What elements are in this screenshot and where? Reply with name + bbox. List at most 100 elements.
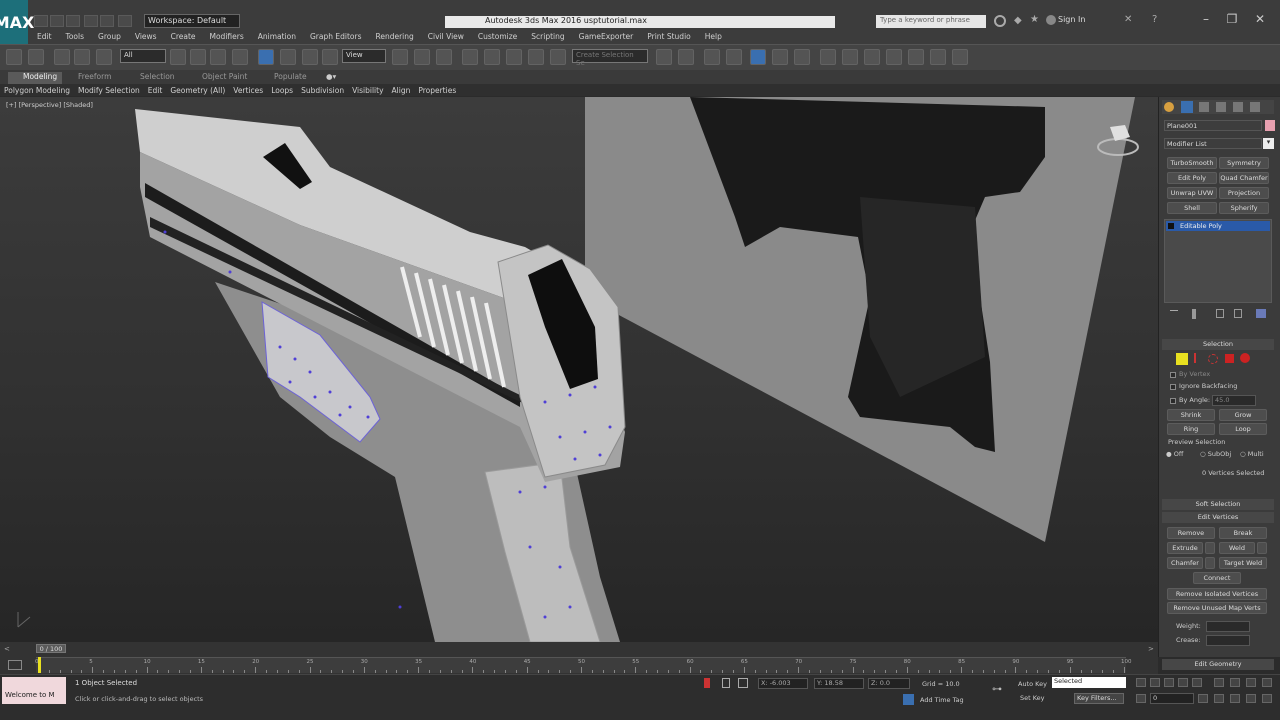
panel-align[interactable]: Align xyxy=(388,86,415,95)
panel-geometry-all[interactable]: Geometry (All) xyxy=(166,86,229,95)
key-filters-button[interactable]: Key Filters... xyxy=(1074,693,1124,704)
modifier-list-select[interactable]: Modifier List xyxy=(1164,138,1262,149)
panel-polygon-modeling[interactable]: Polygon Modeling xyxy=(0,86,74,95)
redo-icon[interactable] xyxy=(100,15,114,27)
maximize-icon[interactable]: ❐ xyxy=(1222,12,1242,26)
keyboard-shortcut-override-icon[interactable] xyxy=(436,49,452,65)
menu-modifiers[interactable]: Modifiers xyxy=(203,32,251,41)
menu-rendering[interactable]: Rendering xyxy=(368,32,420,41)
by-vertex-checkbox[interactable] xyxy=(1170,372,1176,378)
object-color-swatch[interactable] xyxy=(1265,120,1275,131)
next-frame-icon[interactable]: > xyxy=(1148,645,1154,653)
zoom-all-icon[interactable] xyxy=(1230,678,1240,687)
crease-input[interactable] xyxy=(1206,635,1250,646)
by-angle-checkbox[interactable] xyxy=(1170,398,1176,404)
show-end-result-icon[interactable] xyxy=(1192,309,1196,319)
absolute-mode-icon[interactable] xyxy=(738,678,748,688)
selection-lock-icon[interactable] xyxy=(722,678,730,688)
chamfer-button[interactable]: Chamfer xyxy=(1167,557,1203,569)
select-and-scale-icon[interactable] xyxy=(302,49,318,65)
preview-multi-radio[interactable]: ○ Multi xyxy=(1240,450,1264,458)
select-and-move-icon[interactable] xyxy=(258,49,274,65)
time-slider[interactable]: 0 / 100 xyxy=(36,644,66,653)
user-icon[interactable] xyxy=(1046,15,1056,25)
toggle-scene-explorer-icon[interactable] xyxy=(704,49,720,65)
select-object-icon[interactable] xyxy=(170,49,186,65)
mini-curve-editor-icon[interactable] xyxy=(8,660,22,670)
time-tag-icon[interactable] xyxy=(903,694,914,705)
menu-civil-view[interactable]: Civil View xyxy=(421,32,471,41)
remove-modifier-icon[interactable] xyxy=(1234,309,1242,318)
new-file-icon[interactable] xyxy=(34,15,48,27)
make-unique-icon[interactable] xyxy=(1216,309,1224,318)
target-weld-button[interactable]: Target Weld xyxy=(1219,557,1267,569)
configure-modifier-sets-icon[interactable] xyxy=(1256,309,1266,318)
grow-button[interactable]: Grow xyxy=(1219,409,1267,421)
edit-poly-button[interactable]: Edit Poly xyxy=(1167,172,1217,184)
window-crossing-icon[interactable] xyxy=(232,49,248,65)
utilities-tab-icon[interactable] xyxy=(1250,102,1260,112)
menu-graph-editors[interactable]: Graph Editors xyxy=(303,32,369,41)
extrude-button[interactable]: Extrude xyxy=(1167,542,1203,554)
panel-loops[interactable]: Loops xyxy=(267,86,297,95)
element-level-icon[interactable] xyxy=(1240,353,1250,363)
undo-icon[interactable] xyxy=(6,49,22,65)
isolate-selection-icon[interactable] xyxy=(704,678,710,688)
menu-scripting[interactable]: Scripting xyxy=(524,32,571,41)
menu-print-studio[interactable]: Print Studio xyxy=(640,32,698,41)
symmetry-button[interactable]: Symmetry xyxy=(1219,157,1269,169)
edit-named-selection-icon[interactable] xyxy=(550,49,566,65)
project-folder-icon[interactable] xyxy=(118,15,132,27)
help-search-input[interactable]: Type a keyword or phrase xyxy=(876,15,986,28)
workspace-select[interactable]: Workspace: Default xyxy=(144,14,240,28)
current-frame-marker[interactable] xyxy=(38,657,41,673)
favorites-star-icon[interactable]: ★ xyxy=(1030,14,1039,25)
exchange-apps-icon[interactable]: ✕ xyxy=(1124,14,1132,25)
rendered-frame-window-icon[interactable] xyxy=(864,49,880,65)
orbit-icon[interactable] xyxy=(1246,694,1256,703)
remove-unused-map-verts-button[interactable]: Remove Unused Map Verts xyxy=(1167,602,1267,614)
quad-chamfer-button[interactable]: Quad Chamfer xyxy=(1219,172,1269,184)
menu-views[interactable]: Views xyxy=(128,32,164,41)
angle-snap-icon[interactable] xyxy=(484,49,500,65)
menu-gameexporter[interactable]: GameExporter xyxy=(572,32,641,41)
pivot-center-icon[interactable] xyxy=(392,49,408,65)
unlink-selection-icon[interactable] xyxy=(74,49,90,65)
zoom-extents-icon[interactable] xyxy=(1246,678,1256,687)
auto-key-button[interactable]: Auto Key xyxy=(1018,680,1047,688)
by-angle-input[interactable]: 45.0 xyxy=(1212,395,1256,406)
create-tab-icon[interactable] xyxy=(1164,102,1174,112)
maxscript-listener[interactable]: Welcome to M xyxy=(2,677,66,704)
light-bulb-icon[interactable] xyxy=(1168,223,1174,229)
current-frame-input[interactable]: 0 xyxy=(1150,693,1194,704)
perspective-viewport[interactable]: [+] [Perspective] [Shaded] xyxy=(0,97,1158,642)
pan-view-icon[interactable] xyxy=(1230,694,1240,703)
vertex-level-icon[interactable] xyxy=(1176,353,1188,365)
shrink-button[interactable]: Shrink xyxy=(1167,409,1215,421)
edit-geometry-rollout[interactable]: Edit Geometry xyxy=(1162,659,1274,670)
z-coordinate-field[interactable]: Z: 0.0 xyxy=(868,678,910,689)
go-to-end-icon[interactable] xyxy=(1192,678,1202,687)
maximize-viewport-icon[interactable] xyxy=(1262,694,1272,703)
panel-visibility[interactable]: Visibility xyxy=(348,86,387,95)
reference-coordinate-select[interactable]: View xyxy=(342,49,386,63)
render-setup-icon[interactable] xyxy=(842,49,858,65)
break-button[interactable]: Break xyxy=(1219,527,1267,539)
rectangular-selection-icon[interactable] xyxy=(210,49,226,65)
undo-icon[interactable] xyxy=(84,15,98,27)
motion-tab-icon[interactable] xyxy=(1216,102,1226,112)
sign-in-link[interactable]: Sign In xyxy=(1058,15,1085,24)
panel-vertices[interactable]: Vertices xyxy=(229,86,267,95)
menu-customize[interactable]: Customize xyxy=(471,32,524,41)
object-name-field[interactable]: Plane001 xyxy=(1164,120,1262,131)
render-in-cloud-icon[interactable] xyxy=(930,49,946,65)
turbosmooth-button[interactable]: TurboSmooth xyxy=(1167,157,1217,169)
soft-selection-rollout[interactable]: Soft Selection xyxy=(1162,499,1274,510)
preview-subobj-radio[interactable]: ○ SubObj xyxy=(1200,450,1231,458)
stack-item-editable-poly[interactable]: Editable Poly xyxy=(1166,221,1270,231)
snaps-toggle-icon[interactable] xyxy=(462,49,478,65)
align-icon[interactable] xyxy=(678,49,694,65)
zoom-extents-all-icon[interactable] xyxy=(1262,678,1272,687)
previous-frame-icon[interactable]: < xyxy=(4,645,10,653)
viewport-label[interactable]: [+] [Perspective] [Shaded] xyxy=(6,101,93,109)
